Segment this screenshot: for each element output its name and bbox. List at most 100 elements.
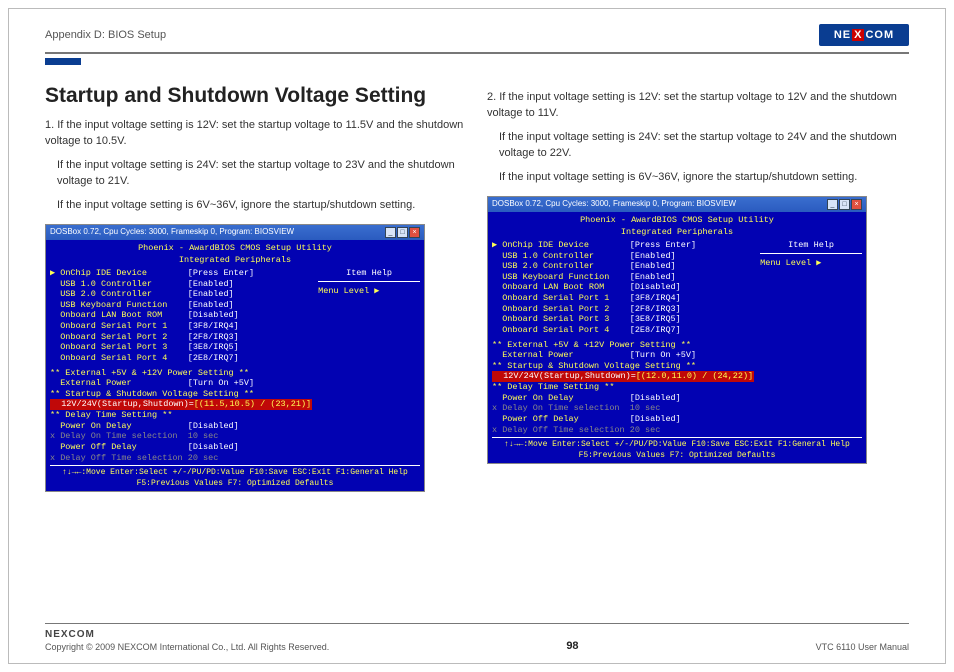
bios-val-dis: 10 sec	[188, 431, 219, 441]
header-appendix: Appendix D: BIOS Setup	[45, 29, 166, 41]
bios-item: USB Keyboard Function	[492, 272, 609, 282]
bios-item: USB 1.0 Controller	[50, 279, 152, 289]
bios-hl-val: [(12.0,11.0) / (24,22)]	[636, 371, 753, 381]
bios1-titlebar: DOSBox 0.72, Cpu Cycles: 3000, Frameskip…	[46, 225, 424, 240]
bios-help-title: Item Help	[318, 268, 420, 282]
bios-item: Power Off Delay	[50, 442, 137, 452]
bios-val: [Enabled]	[188, 279, 234, 289]
bios-menu-level: Menu Level ▶	[760, 258, 862, 269]
maximize-icon: □	[397, 227, 408, 238]
bios-item: Onboard LAN Boot ROM	[50, 310, 162, 320]
bios-val: [Enabled]	[630, 272, 676, 282]
bios-head1: Phoenix - AwardBIOS CMOS Setup Utility	[50, 243, 420, 254]
bios-item: Power On Delay	[492, 393, 574, 403]
bios-hl-val: [(11.5,10.5) / (23,21)]	[194, 399, 311, 409]
bios-item: Onboard Serial Port 4	[492, 325, 609, 335]
bios-val: [Turn On +5V]	[188, 378, 254, 388]
bios-menu-level: Menu Level ▶	[318, 286, 420, 297]
bios-item: Power On Delay	[50, 421, 132, 431]
bios-val: [Disabled]	[630, 414, 681, 424]
logo-pre: NE	[834, 29, 851, 41]
bios-val: [Disabled]	[188, 442, 239, 452]
logo-post: COM	[865, 29, 894, 41]
bios-item: Onboard Serial Port 3	[492, 314, 609, 324]
bios-val: [Disabled]	[630, 393, 681, 403]
para-r2: If the input voltage setting is 24V: set…	[487, 130, 909, 162]
bios-item: Onboard Serial Port 2	[50, 332, 167, 342]
bios-val: [Press Enter]	[188, 268, 254, 278]
bios-val-dis: 20 sec	[630, 425, 661, 435]
bios-item-dis: x Delay Off Time selection	[492, 425, 625, 435]
bios-head1: Phoenix - AwardBIOS CMOS Setup Utility	[492, 215, 862, 226]
bios-item-dis: x Delay On Time selection	[492, 403, 620, 413]
bios-val: [2F8/IRQ3]	[188, 332, 239, 342]
bios-val: [Enabled]	[630, 261, 676, 271]
bios-section: ** External +5V & +12V Power Setting **	[50, 368, 312, 379]
bios-val-dis: 20 sec	[188, 453, 219, 463]
page-title: Startup and Shutdown Voltage Setting	[45, 84, 467, 108]
logo-x: X	[852, 29, 864, 41]
bios-item: External Power	[50, 378, 132, 388]
bios-val-dis: 10 sec	[630, 403, 661, 413]
bios-section: ** Delay Time Setting **	[492, 382, 754, 393]
bios-item: USB 2.0 Controller	[492, 261, 594, 271]
bios-val: [Disabled]	[630, 282, 681, 292]
bios-item: USB 1.0 Controller	[492, 251, 594, 261]
para-2: If the input voltage setting is 24V: set…	[45, 158, 467, 190]
maximize-icon: □	[839, 199, 850, 210]
left-column: Startup and Shutdown Voltage Setting 1. …	[45, 84, 467, 492]
bios-val: [Turn On +5V]	[630, 350, 696, 360]
bios-item: USB Keyboard Function	[50, 300, 167, 310]
footer-copyright: Copyright © 2009 NEXCOM International Co…	[45, 642, 329, 652]
bios-item: Onboard LAN Boot ROM	[492, 282, 604, 292]
bios-item-dis: x Delay Off Time selection	[50, 453, 183, 463]
logo-top: NEXCOM	[819, 24, 909, 46]
window-buttons: _□×	[384, 227, 420, 238]
bios-item: Onboard Serial Port 4	[50, 353, 167, 363]
para-1: 1. If the input voltage setting is 12V: …	[45, 118, 467, 150]
bios-head2: Integrated Peripherals	[492, 227, 862, 238]
bios-item: Power Off Delay	[492, 414, 579, 424]
bios2-title-text: DOSBox 0.72, Cpu Cycles: 3000, Frameskip…	[492, 199, 736, 209]
bios-screenshot-2: DOSBox 0.72, Cpu Cycles: 3000, Frameskip…	[487, 196, 867, 464]
bios-item: ▶ OnChip IDE Device	[492, 240, 589, 250]
footer-logo: NEXCOM	[45, 629, 95, 640]
page-footer: NEXCOM Copyright © 2009 NEXCOM Internati…	[45, 629, 909, 652]
bios-item: Onboard Serial Port 2	[492, 304, 609, 314]
bios-val: [Press Enter]	[630, 240, 696, 250]
bios-val: [Disabled]	[188, 421, 239, 431]
bios-item: USB 2.0 Controller	[50, 289, 152, 299]
bios-section: ** Startup & Shutdown Voltage Setting **	[492, 361, 754, 372]
bios2-titlebar: DOSBox 0.72, Cpu Cycles: 3000, Frameskip…	[488, 197, 866, 212]
bios-item: Onboard Serial Port 1	[50, 321, 167, 331]
footer-doc: VTC 6110 User Manual	[816, 642, 909, 652]
bios-foot2: F5:Previous Values F7: Optimized Default…	[50, 479, 420, 489]
bios-item: Onboard Serial Port 1	[492, 293, 609, 303]
bios-item: ▶ OnChip IDE Device	[50, 268, 147, 278]
bios-val: [Enabled]	[188, 289, 234, 299]
bios-val: [2E8/IRQ7]	[188, 353, 239, 363]
bios-val: [3E8/IRQ5]	[630, 314, 681, 324]
bios-section: ** Delay Time Setting **	[50, 410, 312, 421]
bios-val: [3F8/IRQ4]	[188, 321, 239, 331]
bios-foot2: F5:Previous Values F7: Optimized Default…	[492, 451, 862, 461]
minimize-icon: _	[827, 199, 838, 210]
bios-help-title: Item Help	[760, 240, 862, 254]
bios-section: ** External +5V & +12V Power Setting **	[492, 340, 754, 351]
bios-val: [Enabled]	[188, 300, 234, 310]
close-icon: ×	[851, 199, 862, 210]
para-3: If the input voltage setting is 6V~36V, …	[45, 198, 467, 214]
bios-item-dis: x Delay On Time selection	[50, 431, 178, 441]
bios-val: [2F8/IRQ3]	[630, 304, 681, 314]
para-r1: 2. If the input voltage setting is 12V: …	[487, 90, 909, 122]
bios-head2: Integrated Peripherals	[50, 255, 420, 266]
close-icon: ×	[409, 227, 420, 238]
bios-item: Onboard Serial Port 3	[50, 342, 167, 352]
right-column: 2. If the input voltage setting is 12V: …	[487, 84, 909, 492]
window-buttons: _□×	[826, 199, 862, 210]
bios-val: [3F8/IRQ4]	[630, 293, 681, 303]
bios1-title-text: DOSBox 0.72, Cpu Cycles: 3000, Frameskip…	[50, 227, 294, 237]
bios-screenshot-1: DOSBox 0.72, Cpu Cycles: 3000, Frameskip…	[45, 224, 425, 492]
bios-hl-label: 12V/24V(Startup,Shutdown)=	[493, 371, 636, 381]
bios-item: External Power	[492, 350, 574, 360]
